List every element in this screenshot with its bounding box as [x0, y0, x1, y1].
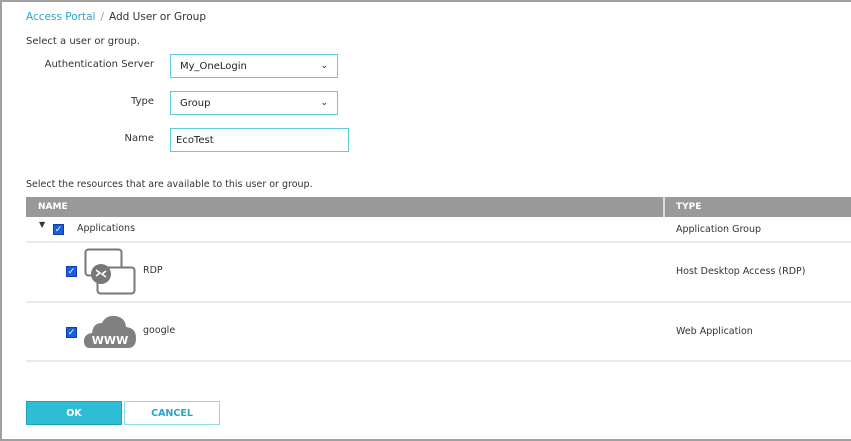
rdp-icon — [84, 248, 136, 295]
name-input[interactable]: EcoTest — [170, 128, 349, 152]
table-row: ✓ RDP Host Desktop Access (RDP) — [26, 243, 851, 303]
type-value: Group — [180, 97, 211, 109]
name-value: EcoTest — [176, 134, 214, 146]
breadcrumb-separator: / — [100, 11, 104, 23]
breadcrumb-access-portal[interactable]: Access Portal — [26, 11, 95, 23]
auth-server-select[interactable]: My_OneLogin ⌄ — [170, 54, 338, 78]
column-divider[interactable] — [663, 197, 665, 217]
cancel-button[interactable]: CANCEL — [124, 401, 220, 425]
column-name[interactable]: NAME — [38, 202, 68, 212]
name-label: Name — [124, 133, 154, 144]
resources-intro: Select the resources that are available … — [26, 179, 313, 190]
row-type: Host Desktop Access (RDP) — [676, 266, 806, 277]
row-type: Application Group — [676, 224, 762, 235]
form-intro: Select a user or group. — [26, 36, 140, 47]
row-name: RDP — [143, 265, 163, 276]
auth-server-label: Authentication Server — [44, 59, 154, 70]
caret-down-icon[interactable]: ▼ — [39, 220, 45, 229]
rdp-checkbox[interactable]: ✓ — [66, 266, 77, 277]
column-type[interactable]: TYPE — [676, 202, 701, 212]
table-row: ▼ ✓ Applications Application Group — [26, 217, 851, 243]
chevron-down-icon: ⌄ — [320, 98, 328, 108]
breadcrumb-current: Add User or Group — [109, 11, 206, 23]
applications-checkbox[interactable]: ✓ — [53, 224, 64, 235]
row-name: Applications — [77, 223, 136, 234]
www-cloud-icon: WWW — [84, 315, 136, 348]
table-row: ✓ WWW google Web Application — [26, 303, 851, 362]
chevron-down-icon: ⌄ — [320, 61, 328, 71]
row-name: google — [143, 325, 176, 336]
table-header: NAME TYPE — [26, 197, 851, 217]
google-checkbox[interactable]: ✓ — [66, 327, 77, 338]
row-type: Web Application — [676, 326, 753, 337]
ok-button[interactable]: OK — [26, 401, 122, 425]
www-icon-text: WWW — [92, 334, 128, 347]
breadcrumb: Access Portal / Add User or Group — [26, 11, 206, 23]
type-select[interactable]: Group ⌄ — [170, 91, 338, 115]
type-label: Type — [131, 96, 154, 107]
auth-server-value: My_OneLogin — [180, 60, 247, 72]
